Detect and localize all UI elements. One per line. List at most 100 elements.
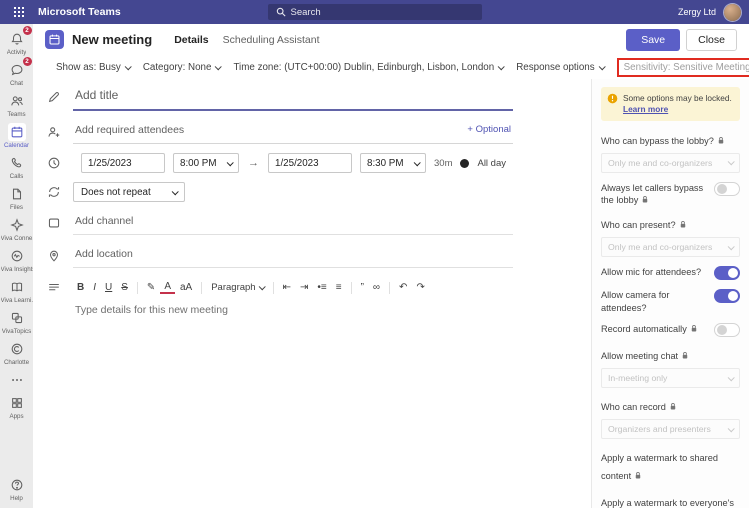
compose-toolbar: B I U S ✎ A aA Paragraph ⇤ ⇥ •≡ ≡ ” ∞ ↶ … bbox=[73, 279, 513, 296]
option-callers-bypass: Always let callers bypass the lobby bbox=[601, 181, 740, 207]
meeting-options-panel: Some options may be locked. Learn more W… bbox=[591, 79, 749, 508]
chevron-down-icon bbox=[727, 243, 735, 251]
sidebar-item-files[interactable]: Files bbox=[0, 182, 33, 213]
font-size-button[interactable]: aA bbox=[176, 280, 196, 295]
sensitivity-dropdown[interactable]: Sensitivity: Sensitive Meeting bbox=[624, 62, 749, 73]
option-label: Allow meeting chat bbox=[601, 351, 679, 362]
allow-camera-toggle[interactable] bbox=[714, 289, 740, 304]
sidebar-item-apps[interactable]: Apps bbox=[0, 391, 33, 422]
recurrence-row: Does not repeat bbox=[45, 182, 513, 202]
decrease-indent-button[interactable]: ⇤ bbox=[279, 280, 295, 295]
strikethrough-button[interactable]: S bbox=[117, 280, 132, 295]
app-rail: 2 Activity 2 Chat Teams Calendar Calls F… bbox=[0, 24, 33, 508]
locked-options-banner: Some options may be locked. Learn more bbox=[601, 87, 740, 121]
close-button[interactable]: Close bbox=[686, 28, 737, 51]
sidebar-item-viva-topics[interactable]: VivaTopics bbox=[0, 306, 33, 337]
sidebar-item-viva-learning[interactable]: Viva Learni... bbox=[0, 275, 33, 306]
bypass-lobby-select[interactable]: Only me and co-organizers bbox=[601, 152, 740, 173]
avatar[interactable] bbox=[724, 3, 741, 21]
sidebar-item-charlotte[interactable]: Charlotte bbox=[0, 337, 33, 368]
annotation-highlight-box: Sensitivity: Sensitive Meeting bbox=[616, 57, 749, 77]
datetime-row: 8:00 PM → 8:30 PM 30m All day bbox=[45, 153, 513, 173]
meeting-details-input[interactable] bbox=[73, 296, 513, 508]
allow-mic-toggle[interactable] bbox=[714, 266, 740, 281]
paragraph-label: Paragraph bbox=[211, 282, 256, 293]
location-input[interactable] bbox=[73, 244, 513, 268]
link-button[interactable]: ∞ bbox=[369, 280, 384, 295]
end-date-input[interactable] bbox=[268, 153, 352, 173]
chevron-down-icon bbox=[727, 425, 735, 433]
underline-button[interactable]: U bbox=[101, 280, 116, 295]
repeat-icon bbox=[45, 185, 63, 199]
sidebar-item-label: VivaTopics bbox=[1, 328, 32, 335]
select-value: Only me and co-organizers bbox=[608, 157, 713, 168]
option-allow-mic: Allow mic for attendees? bbox=[601, 266, 740, 281]
sidebar-item-more[interactable] bbox=[0, 368, 33, 391]
sidebar-item-calls[interactable]: Calls bbox=[0, 151, 33, 182]
help-icon bbox=[8, 476, 26, 494]
bulleted-list-button[interactable]: •≡ bbox=[313, 280, 330, 295]
format-text-icon bbox=[45, 281, 63, 295]
viva-learning-icon bbox=[8, 278, 26, 296]
sidebar-item-viva-insights[interactable]: Viva Insights bbox=[0, 244, 33, 275]
sidebar-item-teams[interactable]: Teams bbox=[0, 89, 33, 120]
viva-connections-icon bbox=[8, 216, 26, 234]
channel-input[interactable] bbox=[73, 211, 513, 235]
charlotte-app-icon bbox=[8, 340, 26, 358]
response-options-dropdown[interactable]: Response options bbox=[516, 62, 606, 73]
search-input[interactable]: Search bbox=[267, 4, 482, 20]
who-can-present-select[interactable]: Only me and co-organizers bbox=[601, 237, 740, 258]
redo-button[interactable]: ↷ bbox=[412, 280, 428, 295]
undo-button[interactable]: ↶ bbox=[395, 280, 411, 295]
chevron-down-icon bbox=[727, 374, 735, 382]
highlight-button[interactable]: ✎ bbox=[143, 280, 159, 295]
who-can-record-select[interactable]: Organizers and presenters bbox=[601, 419, 740, 440]
waffle-menu-button[interactable] bbox=[8, 7, 30, 17]
banner-text: Some options may be locked. bbox=[623, 93, 732, 103]
sidebar-item-label: Teams bbox=[7, 111, 26, 118]
sidebar-item-chat[interactable]: 2 Chat bbox=[0, 57, 33, 89]
timezone-dropdown[interactable]: Time zone: (UTC+00:00) Dublin, Edinburgh… bbox=[233, 62, 505, 73]
tab-scheduling-assistant[interactable]: Scheduling Assistant bbox=[223, 32, 320, 48]
recurrence-select[interactable]: Does not repeat bbox=[73, 182, 185, 202]
optional-attendees-link[interactable]: + Optional bbox=[459, 124, 513, 139]
sidebar-item-calendar[interactable]: Calendar bbox=[0, 120, 33, 151]
font-color-button[interactable]: A bbox=[160, 279, 175, 294]
category-dropdown[interactable]: Category: None bbox=[143, 62, 223, 73]
start-date-input[interactable] bbox=[81, 153, 165, 173]
org-name[interactable]: Zergy Ltd bbox=[678, 7, 716, 17]
numbered-list-button[interactable]: ≡ bbox=[332, 280, 346, 295]
meeting-chat-select[interactable]: In-meeting only bbox=[601, 368, 740, 389]
title-input[interactable] bbox=[73, 83, 513, 111]
main-content: New meeting Details Scheduling Assistant… bbox=[33, 24, 749, 508]
learn-more-link[interactable]: Learn more bbox=[623, 104, 668, 114]
bold-button[interactable]: B bbox=[73, 280, 88, 295]
required-attendees-input[interactable] bbox=[73, 120, 460, 143]
chat-badge: 2 bbox=[22, 57, 32, 66]
record-automatically-toggle[interactable] bbox=[714, 323, 740, 338]
chat-icon: 2 bbox=[8, 57, 32, 79]
italic-button[interactable]: I bbox=[89, 280, 100, 295]
option-meeting-chat: Allow meeting chat In-meeting only bbox=[601, 346, 740, 389]
chevron-down-icon bbox=[226, 158, 234, 166]
option-who-can-present: Who can present? Only me and co-organize… bbox=[601, 215, 740, 258]
chevron-down-icon bbox=[497, 62, 505, 70]
show-as-dropdown[interactable]: Show as: Busy bbox=[56, 62, 132, 73]
all-day-toggle[interactable] bbox=[460, 158, 470, 168]
quote-button[interactable]: ” bbox=[357, 280, 368, 295]
sidebar-item-activity[interactable]: 2 Activity bbox=[0, 26, 33, 58]
start-time-select[interactable]: 8:00 PM bbox=[173, 153, 239, 173]
viva-topics-icon bbox=[8, 309, 26, 327]
phone-icon bbox=[8, 154, 26, 172]
end-time-select[interactable]: 8:30 PM bbox=[360, 153, 426, 173]
sidebar-item-help[interactable]: Help bbox=[0, 473, 33, 504]
increase-indent-button[interactable]: ⇥ bbox=[296, 280, 312, 295]
sidebar-item-viva-connections[interactable]: Viva Conne... bbox=[0, 213, 33, 244]
tab-details[interactable]: Details bbox=[174, 32, 208, 48]
attendees-row: + Optional bbox=[45, 120, 513, 144]
save-button[interactable]: Save bbox=[626, 28, 681, 51]
page-title: New meeting bbox=[72, 32, 153, 47]
callers-bypass-toggle[interactable] bbox=[714, 181, 740, 196]
paragraph-style-dropdown[interactable]: Paragraph bbox=[207, 280, 267, 295]
sidebar-item-label: Calls bbox=[9, 173, 24, 180]
